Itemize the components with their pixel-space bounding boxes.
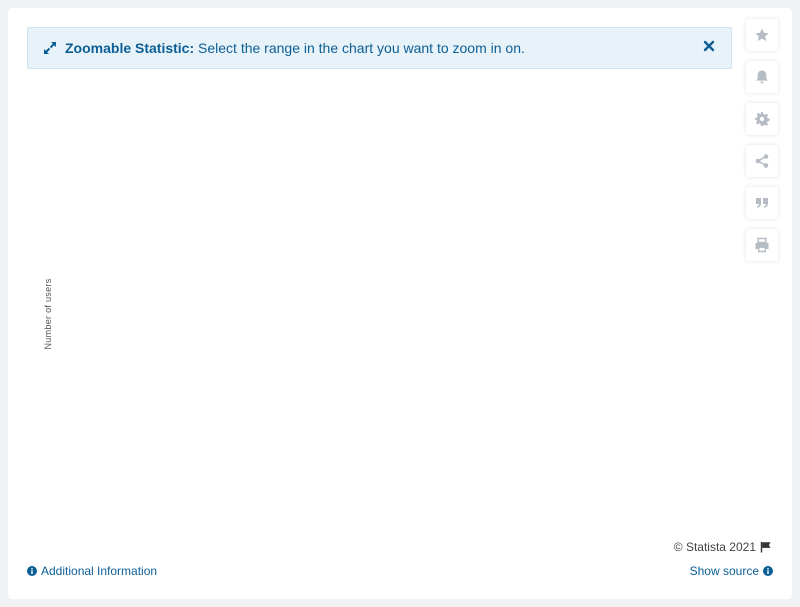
print-icon <box>755 237 769 253</box>
close-icon[interactable] <box>701 38 717 54</box>
zoom-banner: Zoomable Statistic: Select the range in … <box>27 27 732 69</box>
chart-toolbar <box>746 19 780 271</box>
favorite-button[interactable] <box>746 19 778 51</box>
copyright: © Statista 2021 <box>674 540 772 554</box>
show-source-link[interactable]: Show source <box>690 564 773 578</box>
star-icon <box>755 28 769 41</box>
banner-message: Select the range in the chart you want t… <box>198 40 525 56</box>
banner-title: Zoomable Statistic: <box>65 40 195 56</box>
additional-information-link[interactable]: Additional Information <box>27 564 157 578</box>
info-icon <box>763 566 773 576</box>
chart-card: Zoomable Statistic: Select the range in … <box>8 8 792 599</box>
share-icon <box>755 154 769 168</box>
print-button[interactable] <box>746 229 778 261</box>
gear-icon <box>755 112 770 126</box>
cite-button[interactable] <box>746 187 778 219</box>
copyright-text: © Statista 2021 <box>673 540 756 554</box>
info-icon <box>27 566 37 576</box>
banner-text: Zoomable Statistic: Select the range in … <box>65 39 525 57</box>
additional-information-label: Additional Information <box>41 564 158 578</box>
expand-arrows-icon <box>44 42 56 54</box>
quote-icon <box>756 198 768 208</box>
settings-button[interactable] <box>746 103 778 135</box>
bell-icon <box>756 70 768 84</box>
y-axis-label: Number of users <box>43 278 53 350</box>
share-button[interactable] <box>746 145 778 177</box>
notification-button[interactable] <box>746 61 778 93</box>
flag-icon[interactable] <box>760 541 772 553</box>
show-source-label: Show source <box>689 564 759 578</box>
